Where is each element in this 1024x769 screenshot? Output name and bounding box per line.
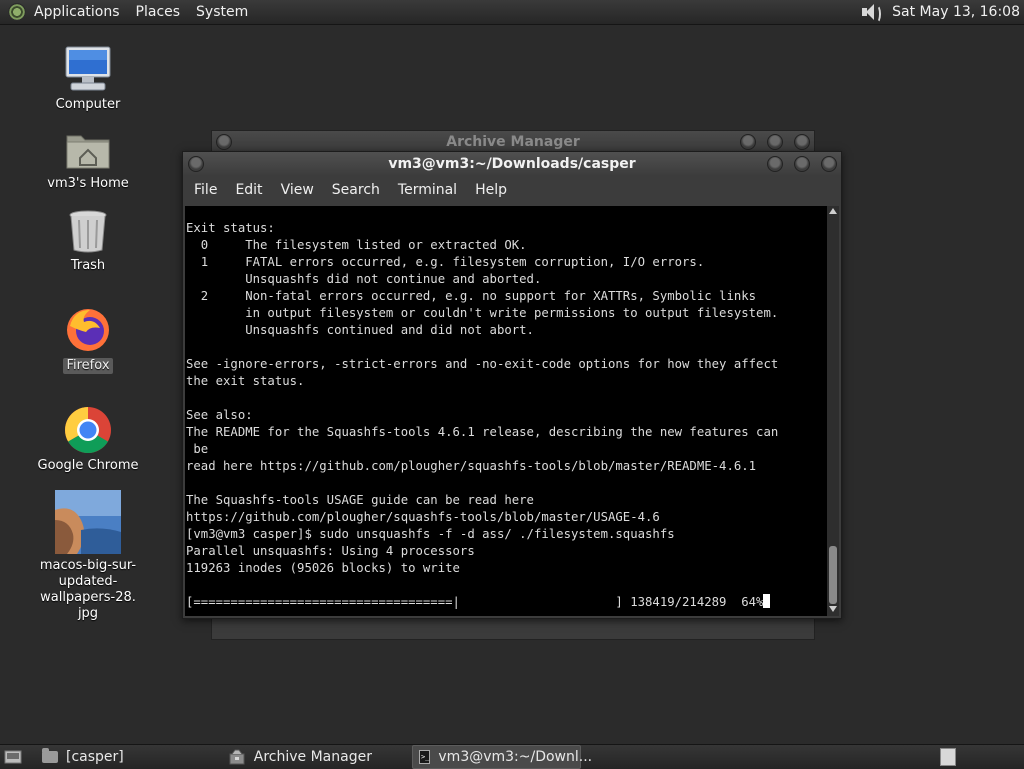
folder-icon xyxy=(42,748,58,763)
desktop-icon-label: vm3's Home xyxy=(47,176,129,191)
minimize-button[interactable] xyxy=(740,134,757,150)
taskbar-item-label: vm3@vm3:~/Downl... xyxy=(438,749,593,765)
desktop-icon-label: Trash xyxy=(70,258,106,273)
clock[interactable]: Sat May 13, 16:08 xyxy=(892,4,1020,20)
distro-logo-icon[interactable] xyxy=(8,3,26,21)
taskbar-item-casper[interactable]: [casper] xyxy=(36,746,130,768)
menu-search[interactable]: Search xyxy=(332,182,380,198)
home-folder-icon xyxy=(66,135,110,169)
desktop-icon-label: macos-big-sur- updated-wallpapers-28. jp… xyxy=(39,558,137,621)
text-cursor xyxy=(763,594,771,608)
archive-manager-icon xyxy=(229,749,245,765)
show-desktop-button[interactable] xyxy=(0,746,28,768)
desktop-icon-label: Computer xyxy=(55,97,121,112)
trash-icon xyxy=(69,210,107,253)
menu-view[interactable]: View xyxy=(281,182,314,198)
chrome-icon xyxy=(65,407,111,453)
terminal-scrollbar[interactable] xyxy=(827,206,839,616)
desktop-icon-label: Google Chrome xyxy=(37,458,139,473)
taskbar-item-label: Archive Manager xyxy=(253,749,372,765)
bottom-panel: [casper] Archive Manager >_ vm3@vm3:~/Do… xyxy=(0,744,1024,769)
menu-help[interactable]: Help xyxy=(475,182,507,198)
menu-applications[interactable]: Applications xyxy=(34,4,120,20)
desktop-icon-wallpaper[interactable]: macos-big-sur- updated-wallpapers-28. jp… xyxy=(33,490,143,622)
window-title: Archive Manager xyxy=(446,134,580,150)
terminal-output-text: Exit status: 0 The filesystem listed or … xyxy=(186,221,779,575)
workspace-switcher[interactable] xyxy=(940,748,956,766)
menu-edit[interactable]: Edit xyxy=(235,182,262,198)
taskbar-item-terminal[interactable]: >_ vm3@vm3:~/Downl... xyxy=(411,745,592,769)
terminal-output-area[interactable]: Exit status: 0 The filesystem listed or … xyxy=(185,206,827,616)
show-desktop-icon xyxy=(4,750,22,764)
terminal-titlebar[interactable]: vm3@vm3:~/Downloads/casper xyxy=(183,152,841,176)
top-panel: Applications Places System Sat May 13, 1… xyxy=(0,0,1024,25)
desktop-icon-firefox[interactable]: Firefox xyxy=(33,306,143,374)
firefox-icon xyxy=(67,309,109,351)
terminal-window[interactable]: vm3@vm3:~/Downloads/casper File Edit Vie… xyxy=(182,151,842,619)
image-thumbnail-icon xyxy=(55,490,121,554)
window-menu-button[interactable] xyxy=(188,156,204,172)
terminal-icon: >_ xyxy=(418,750,431,764)
taskbar-item-label: [casper] xyxy=(66,749,124,765)
window-title: vm3@vm3:~/Downloads/casper xyxy=(388,156,636,172)
taskbar-item-archive-manager[interactable]: Archive Manager xyxy=(222,746,378,768)
minimize-button[interactable] xyxy=(767,156,784,172)
maximize-button[interactable] xyxy=(767,134,784,150)
progress-line: [===================================| ] … xyxy=(186,595,764,609)
scrollbar-thumb[interactable] xyxy=(829,546,837,604)
menu-file[interactable]: File xyxy=(194,182,217,198)
scroll-down-arrow-icon[interactable] xyxy=(829,606,837,612)
archive-titlebar[interactable]: Archive Manager xyxy=(212,131,814,153)
desktop-icon-home[interactable]: vm3's Home xyxy=(33,128,143,192)
close-button[interactable] xyxy=(821,156,837,172)
computer-icon xyxy=(65,46,111,91)
terminal-menubar: File Edit View Search Terminal Help xyxy=(183,176,841,204)
close-button[interactable] xyxy=(794,134,810,150)
desktop-icon-computer[interactable]: Computer xyxy=(33,45,143,113)
menu-system[interactable]: System xyxy=(196,4,248,20)
scroll-up-arrow-icon[interactable] xyxy=(829,208,837,214)
desktop-icon-trash[interactable]: Trash xyxy=(33,208,143,274)
volume-icon[interactable] xyxy=(860,2,882,23)
desktop-icon-label: Firefox xyxy=(63,358,113,374)
window-menu-button[interactable] xyxy=(216,134,232,150)
maximize-button[interactable] xyxy=(794,156,811,172)
menu-terminal[interactable]: Terminal xyxy=(398,182,457,198)
menu-places[interactable]: Places xyxy=(136,4,181,20)
desktop-icon-chrome[interactable]: Google Chrome xyxy=(33,406,143,474)
